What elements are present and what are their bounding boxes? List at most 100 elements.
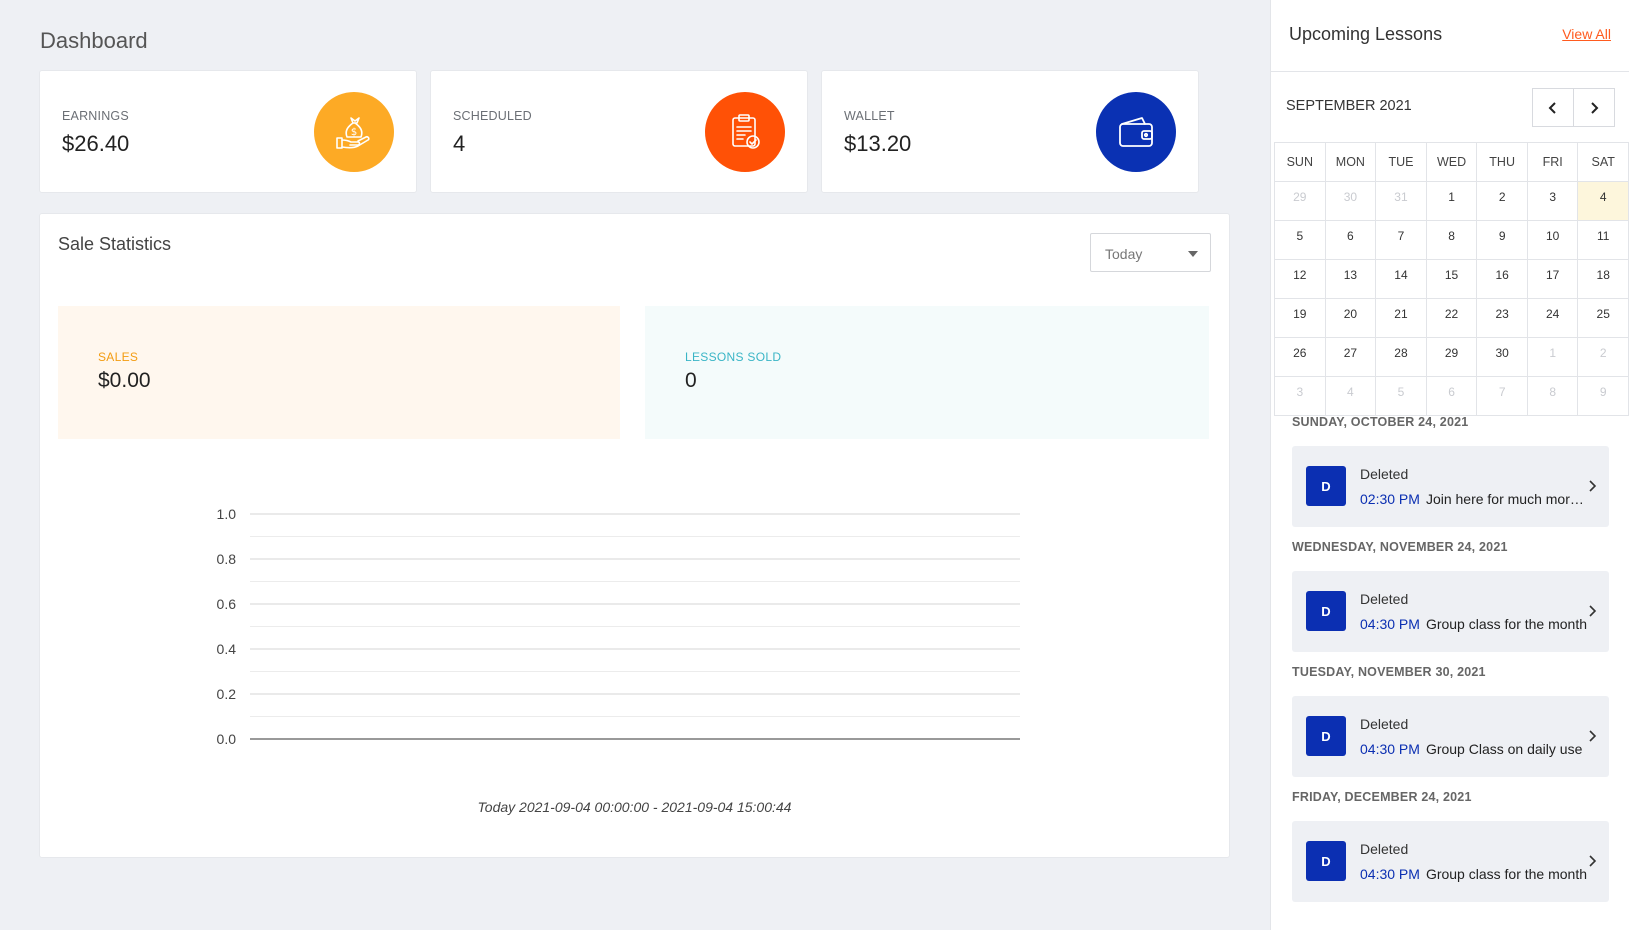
lesson-date-heading: FRIDAY, DECEMBER 24, 2021 [1292,790,1472,804]
weekday-mon: MON [1324,142,1377,182]
calendar-day[interactable]: 2 [1476,181,1528,221]
calendar-day[interactable]: 17 [1526,259,1579,299]
calendar-day[interactable]: 20 [1324,298,1377,338]
wallet-icon [1096,92,1176,172]
calendar-weekday-row: SUN MON TUE WED THU FRI SAT [1274,142,1629,182]
lessons-sold-box: LESSONS SOLD 0 [645,306,1209,439]
lesson-status: Deleted [1360,466,1409,482]
calendar-day[interactable]: 4 [1577,181,1629,221]
wallet-card: WALLET $13.20 [821,70,1199,193]
calendar-day[interactable]: 25 [1577,298,1629,338]
calendar-day[interactable]: 29 [1425,337,1478,377]
chevron-left-icon [1548,101,1556,114]
avatar: D [1306,716,1346,756]
lesson-status: Deleted [1360,841,1409,857]
money-bag-hand-icon: $ [314,92,394,172]
calendar-day[interactable]: 31 [1375,181,1427,221]
y-tick-label: 0.0 [217,731,237,747]
calendar-grid: SUN MON TUE WED THU FRI SAT 29 30 31 1 2 3 4 5 6 7 8 9 10 1… [1274,142,1629,416]
avatar: D [1306,841,1346,881]
period-select[interactable]: Today [1090,233,1211,272]
calendar-day[interactable]: 22 [1425,298,1478,338]
lessons-sold-label: LESSONS SOLD [685,350,782,364]
calendar-day[interactable]: 13 [1324,259,1377,299]
lesson-line: 04:30 PM Group class for the month [1360,616,1590,632]
calendar-week: 26 27 28 29 30 1 2 [1274,337,1629,377]
sale-statistics-title: Sale Statistics [58,234,172,254]
lesson-description: Group Class on daily use [1425,741,1583,757]
lesson-card[interactable]: D Deleted 02:30 PM Join here for much more … [1292,446,1609,527]
calendar-day[interactable]: 1 [1526,337,1579,377]
calendar-day[interactable]: 2 [1577,337,1629,377]
calendar-week: 12 13 14 15 16 17 18 [1274,259,1629,299]
earnings-label: EARNINGS [62,109,129,123]
weekday-tue: TUE [1375,142,1427,182]
calendar-day[interactable]: 1 [1425,181,1478,221]
y-tick-label: 0.6 [217,596,237,612]
sales-line-chart: 1.0 0.8 0.6 0.4 0.2 0.0 [217,506,1020,747]
calendar-day[interactable]: 8 [1526,376,1579,416]
calendar-day[interactable]: 21 [1375,298,1427,338]
calendar-day[interactable]: 4 [1324,376,1377,416]
calendar-day[interactable]: 6 [1425,376,1478,416]
sales-box: SALES $0.00 [58,306,620,439]
main-content: Dashboard EARNINGS $26.40 $ SCHEDULED 4 [0,0,1270,930]
lesson-status: Deleted [1360,591,1409,607]
calendar-month: SEPTEMBER 2021 [1286,98,1412,114]
calendar-day[interactable]: 10 [1526,220,1579,260]
lesson-time: 04:30 PM [1360,616,1420,632]
calendar-day[interactable]: 7 [1375,220,1427,260]
calendar-week: 3456789 [1274,376,1629,416]
scheduled-label: SCHEDULED [453,109,532,123]
calendar-day[interactable]: 5 [1274,220,1326,260]
calendar-day[interactable]: 12 [1274,259,1326,299]
sidebar-header: Upcoming Lessons View All [1271,0,1629,72]
calendar-day[interactable]: 7 [1476,376,1528,416]
calendar-day[interactable]: 3 [1274,376,1326,416]
lesson-description: Group class for the month [1425,616,1588,632]
calendar-day[interactable]: 26 [1274,337,1326,377]
calendar-day[interactable]: 18 [1577,259,1629,299]
calendar-day[interactable]: 15 [1425,259,1478,299]
chart-range-label: Today 2021-09-04 00:00:00 - 2021-09-04 1… [477,799,792,815]
calendar-day[interactable]: 16 [1476,259,1528,299]
chevron-right-icon [1589,605,1597,617]
clipboard-check-icon [705,92,785,172]
calendar-day[interactable]: 11 [1577,220,1629,260]
calendar-day[interactable]: 9 [1577,376,1629,416]
lesson-card[interactable]: D Deleted 04:30 PM Group class for the mont… [1292,821,1609,902]
calendar-day[interactable]: 30 [1324,181,1377,221]
calendar-day[interactable]: 30 [1476,337,1528,377]
y-tick-label: 1.0 [217,506,237,522]
calendar-day[interactable]: 19 [1274,298,1326,338]
view-all-link[interactable]: View All [1562,26,1611,42]
calendar-day[interactable]: 3 [1526,181,1579,221]
calendar-day[interactable]: 9 [1476,220,1528,260]
calendar-next-button[interactable] [1573,88,1615,127]
calendar-day[interactable]: 29 [1274,181,1326,221]
wallet-value: $13.20 [844,131,912,156]
calendar-week: 5 6 7 8 9 10 11 [1274,220,1629,260]
weekday-wed: WED [1425,142,1478,182]
chevron-right-icon [1589,480,1597,492]
calendar-day[interactable]: 5 [1375,376,1427,416]
calendar-prev-button[interactable] [1532,88,1574,127]
calendar-day[interactable]: 23 [1476,298,1528,338]
calendar-day[interactable]: 27 [1324,337,1377,377]
chevron-right-icon [1589,730,1597,742]
y-tick-label: 0.2 [217,686,237,702]
avatar: D [1306,466,1346,506]
y-tick-label: 0.4 [217,641,237,657]
period-select-value: Today [1105,246,1143,262]
calendar-day[interactable]: 24 [1526,298,1579,338]
lesson-status: Deleted [1360,716,1409,732]
scheduled-card: SCHEDULED 4 [430,70,808,193]
calendar-day[interactable]: 8 [1425,220,1478,260]
lesson-card[interactable]: D Deleted 04:30 PM Group class for the mont… [1292,571,1609,652]
sidebar-title: Upcoming Lessons [1289,24,1443,44]
calendar-day[interactable]: 14 [1375,259,1427,299]
page-title: Dashboard [40,28,148,53]
calendar-day[interactable]: 6 [1324,220,1377,260]
lesson-card[interactable]: D Deleted 04:30 PM Group Class on daily use [1292,696,1609,777]
calendar-day[interactable]: 28 [1375,337,1427,377]
